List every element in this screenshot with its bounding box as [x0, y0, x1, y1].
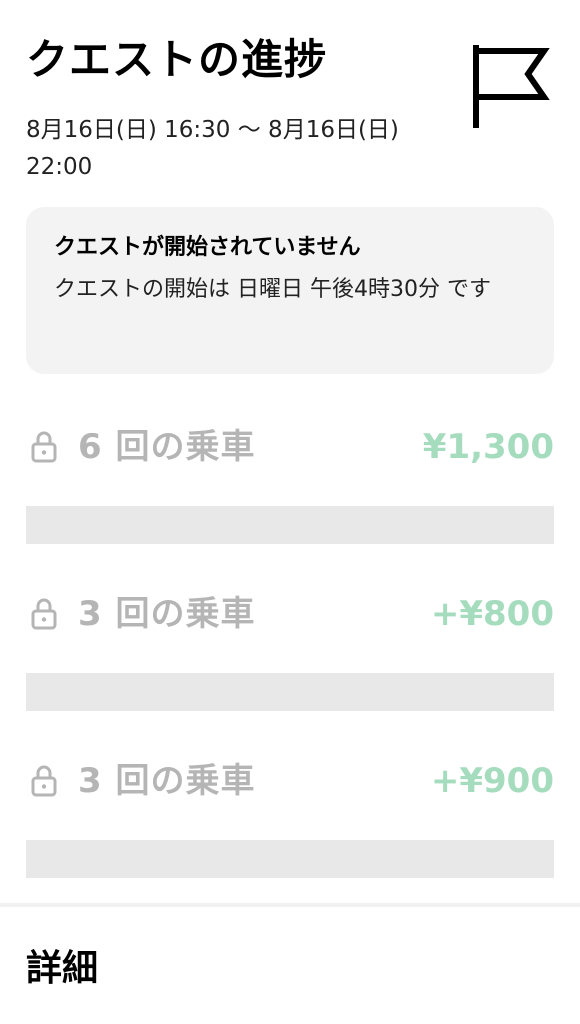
- lock-icon: [31, 431, 57, 463]
- details-button[interactable]: 詳細: [26, 942, 98, 996]
- quest-tier: 3 回の乗車 +¥900: [26, 752, 554, 878]
- tier-label: 6 回の乗車: [78, 427, 256, 467]
- quest-tier: 3 回の乗車 +¥800: [26, 585, 554, 711]
- tier-amount: +¥800: [430, 594, 554, 634]
- progress-bar: [26, 673, 554, 711]
- lock-icon: [31, 598, 57, 630]
- tier-label: 3 回の乗車: [78, 761, 256, 801]
- notice-title: クエストが開始されていません: [54, 235, 361, 260]
- progress-bar: [26, 840, 554, 878]
- quest-tier: 6 回の乗車 ¥1,300: [26, 418, 554, 544]
- progress-bar: [26, 506, 554, 544]
- notice-body: クエストの開始は 日曜日 午後4時30分 です: [54, 277, 491, 302]
- lock-icon: [31, 765, 57, 797]
- page-title: クエストの進捗: [26, 35, 328, 84]
- tier-label: 3 回の乗車: [78, 594, 256, 634]
- tier-amount: +¥900: [430, 761, 554, 801]
- quest-not-started-notice: クエストが開始されていません クエストの開始は 日曜日 午後4時30分 です: [26, 207, 554, 374]
- flag-icon: [473, 45, 550, 128]
- tier-amount: ¥1,300: [422, 427, 554, 467]
- quest-header: クエストの進捗 8月16日(日) 16:30 〜 8月16日(日) 22:00: [26, 30, 446, 186]
- quest-date-range: 8月16日(日) 16:30 〜 8月16日(日) 22:00: [26, 117, 399, 180]
- section-divider: [0, 903, 580, 907]
